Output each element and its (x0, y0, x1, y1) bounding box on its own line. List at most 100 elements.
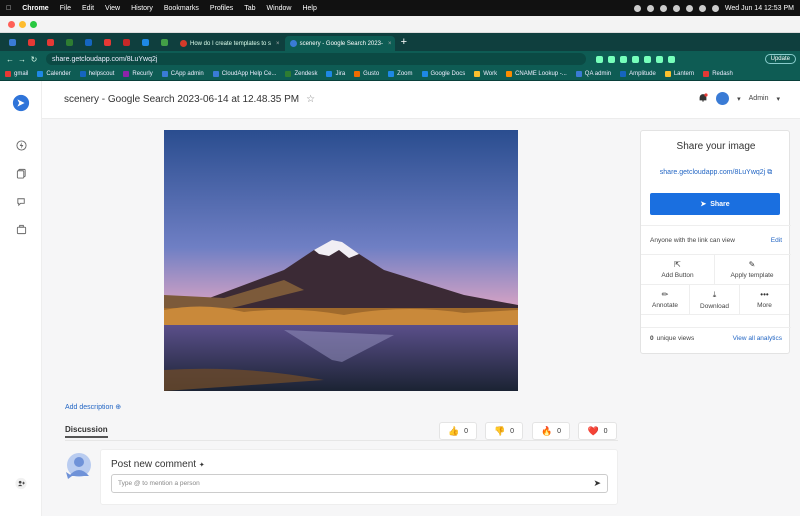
tray-icon[interactable] (633, 4, 641, 12)
notification-bell-icon[interactable] (698, 92, 708, 105)
extension-icon[interactable] (632, 55, 639, 63)
discussion-heading[interactable]: Discussion (65, 425, 108, 434)
menu-tab[interactable]: Tab (244, 5, 255, 12)
menu-window[interactable]: Window (267, 5, 292, 12)
forward-arrow-icon[interactable]: → (16, 55, 28, 64)
menu-view[interactable]: View (105, 5, 120, 12)
menu-bookmarks[interactable]: Bookmarks (164, 5, 199, 12)
permission-text: Anyone with the link can view (650, 236, 735, 244)
menu-history[interactable]: History (131, 5, 153, 12)
pinned-tab[interactable] (23, 36, 40, 48)
bookmark-item[interactable]: Google Docs (421, 70, 465, 77)
shared-image[interactable] (164, 130, 518, 391)
extension-icon[interactable] (644, 55, 651, 63)
bookmark-item[interactable]: CloudApp Help Ce... (212, 70, 276, 77)
briefcase-icon[interactable] (15, 223, 27, 235)
bookmark-item[interactable]: CNAME Lookup -... (506, 70, 567, 77)
minimize-window-button[interactable] (19, 21, 26, 28)
more-action[interactable]: ••• More (740, 285, 789, 315)
zoom-window-button[interactable] (30, 21, 37, 28)
bookmark-item[interactable]: helpscout (79, 70, 114, 77)
bookmark-item[interactable]: Recurly (123, 70, 153, 77)
avatar[interactable] (716, 92, 730, 105)
send-icon[interactable]: ➤ (593, 478, 601, 489)
share-button[interactable]: ➤ Share (650, 193, 780, 215)
copy-icon[interactable]: ⧉ (767, 169, 772, 176)
add-button-action[interactable]: ⇱ Add Button (641, 255, 715, 285)
chevron-down-icon[interactable]: ▾ (776, 95, 780, 103)
pinned-tab[interactable] (4, 36, 21, 48)
bookmark-item[interactable]: Gusto (354, 70, 379, 77)
bookmark-item[interactable]: Redash (703, 70, 733, 77)
tab-help-article[interactable]: How do I create templates to s × (175, 36, 285, 51)
new-tab-button[interactable]: + (401, 36, 407, 48)
user-menu-label[interactable]: Admin (749, 95, 769, 102)
lightning-icon[interactable] (15, 139, 27, 151)
search-icon[interactable] (698, 4, 706, 12)
share-url-text[interactable]: share.getcloudapp.com/8LuYwq2j (660, 169, 765, 176)
bookmark-item[interactable]: Zoom (388, 70, 413, 77)
chevron-down-icon[interactable]: ▾ (737, 95, 741, 103)
url-field[interactable]: share.getcloudapp.com/8LuYwq2j (46, 53, 586, 65)
bookmark-item[interactable]: Calender (37, 70, 71, 77)
tray-icon[interactable] (672, 4, 680, 12)
tray-icon[interactable] (646, 4, 654, 12)
star-icon[interactable]: ☆ (306, 94, 315, 105)
pinned-tab[interactable] (137, 36, 154, 48)
close-tab-icon[interactable]: × (388, 41, 392, 47)
download-action[interactable]: ⤓ Download (690, 285, 740, 315)
control-center-icon[interactable] (711, 4, 719, 12)
pinned-tab[interactable] (80, 36, 97, 48)
extension-icon[interactable] (596, 55, 603, 63)
close-window-button[interactable] (8, 21, 15, 28)
tray-icon[interactable] (659, 4, 667, 12)
bookmark-item[interactable]: Amplitude (620, 70, 656, 77)
bookmark-favicon-icon (161, 70, 168, 77)
menu-help[interactable]: Help (302, 5, 316, 12)
close-tab-icon[interactable]: × (276, 41, 280, 47)
back-arrow-icon[interactable]: ← (4, 55, 16, 64)
reaction-thumbs-down[interactable]: 👎 0 (485, 422, 523, 440)
apply-template-action[interactable]: ✎ Apply template (715, 255, 789, 285)
clock[interactable]: Wed Jun 14 12:53 PM (725, 5, 794, 12)
tab-scenery-active[interactable]: scenery - Google Search 2023- × (284, 36, 395, 51)
bookmark-item[interactable]: Jira (326, 70, 345, 77)
menu-file[interactable]: File (60, 5, 71, 12)
profile-avatar-icon[interactable] (668, 55, 675, 63)
heart-icon: ❤️ (587, 425, 599, 436)
wifi-icon[interactable] (685, 4, 693, 12)
bookmark-item[interactable]: Lantern (664, 70, 694, 77)
cloudapp-logo-icon[interactable] (12, 94, 30, 112)
bookmark-item[interactable]: Zendesk (285, 70, 317, 77)
pinned-tab[interactable] (118, 36, 135, 48)
comment-input[interactable]: Type @ to mention a person ➤ (111, 474, 608, 493)
collections-icon[interactable] (15, 167, 27, 179)
bookmark-item[interactable]: gmail (5, 70, 28, 77)
add-description-link[interactable]: Add description ⊕ (65, 403, 121, 411)
add-user-icon[interactable] (15, 477, 27, 489)
extension-icon[interactable] (608, 55, 615, 63)
puzzle-icon[interactable] (656, 55, 663, 63)
bookmark-item[interactable]: QA admin (575, 70, 611, 77)
bookmark-item[interactable]: CApp admin (161, 70, 204, 77)
annotate-action[interactable]: ✏ Annotate (641, 285, 690, 315)
reaction-thumbs-up[interactable]: 👍 0 (439, 422, 477, 440)
update-button[interactable]: Update (764, 54, 796, 64)
pinned-tab[interactable] (156, 36, 173, 48)
bookmark-item[interactable]: Work (474, 70, 497, 77)
apple-icon[interactable]:  (6, 5, 11, 12)
pinned-tab[interactable] (61, 36, 78, 48)
menu-edit[interactable]: Edit (82, 5, 94, 12)
menu-profiles[interactable]: Profiles (210, 5, 233, 12)
view-analytics-link[interactable]: View all analytics (733, 335, 782, 342)
reload-icon[interactable]: ↻ (28, 55, 40, 64)
reaction-heart[interactable]: ❤️ 0 (578, 422, 617, 440)
edit-permission-link[interactable]: Edit (771, 237, 782, 244)
reaction-fire[interactable]: 🔥 0 (532, 422, 570, 440)
pinned-tab[interactable] (42, 36, 59, 48)
share-url-link[interactable]: share.getcloudapp.com/8LuYwq2j ⧉ (641, 169, 791, 177)
extension-icon[interactable] (620, 55, 627, 63)
comments-icon[interactable] (15, 195, 27, 207)
menu-app-name[interactable]: Chrome (22, 5, 48, 12)
pinned-tab[interactable] (99, 36, 116, 48)
